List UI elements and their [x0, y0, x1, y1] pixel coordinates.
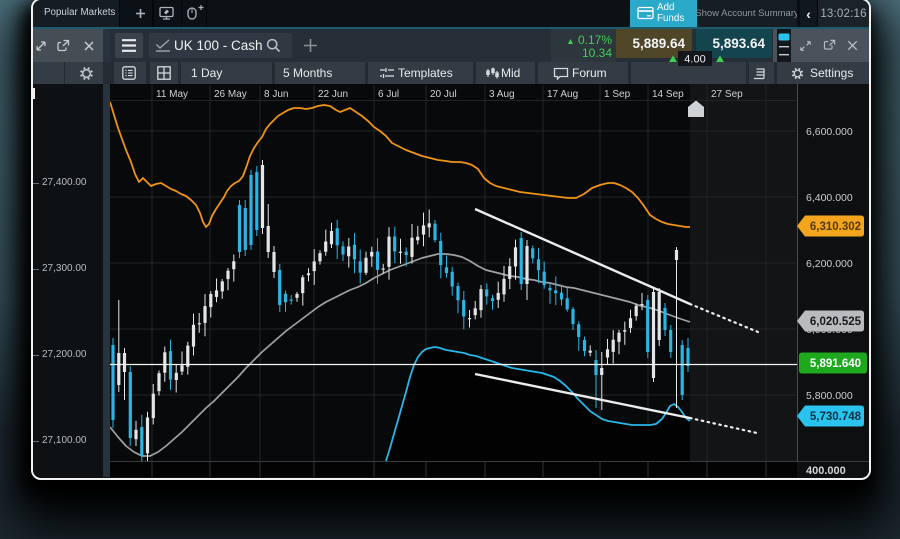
svg-text:4.00: 4.00 — [684, 54, 705, 66]
svg-text:17 Aug: 17 Aug — [547, 89, 578, 100]
svg-text:6,600.000: 6,600.000 — [806, 126, 853, 138]
svg-text:6,200.000: 6,200.000 — [806, 258, 853, 270]
svg-text:1 Sep: 1 Sep — [604, 89, 631, 100]
svg-text:8 Jun: 8 Jun — [264, 89, 288, 100]
svg-text:3 Aug: 3 Aug — [489, 89, 515, 100]
svg-text:14 Sep: 14 Sep — [652, 89, 684, 100]
svg-text:6,400.000: 6,400.000 — [806, 192, 853, 204]
svg-text:26 May: 26 May — [214, 89, 247, 100]
svg-text:6,310.302: 6,310.302 — [810, 221, 861, 233]
svg-text:27 Sep: 27 Sep — [711, 89, 743, 100]
svg-text:22 Jun: 22 Jun — [318, 89, 348, 100]
svg-text:5,800.000: 5,800.000 — [806, 390, 853, 402]
svg-text:5,730.748: 5,730.748 — [810, 411, 862, 423]
svg-text:5,891.640: 5,891.640 — [810, 358, 861, 370]
svg-text:20 Jul: 20 Jul — [430, 89, 457, 100]
svg-text:6 Jul: 6 Jul — [378, 89, 399, 100]
svg-text:400.000: 400.000 — [806, 465, 846, 477]
svg-text:6,020.525: 6,020.525 — [810, 316, 862, 328]
svg-text:11 May: 11 May — [156, 89, 188, 100]
